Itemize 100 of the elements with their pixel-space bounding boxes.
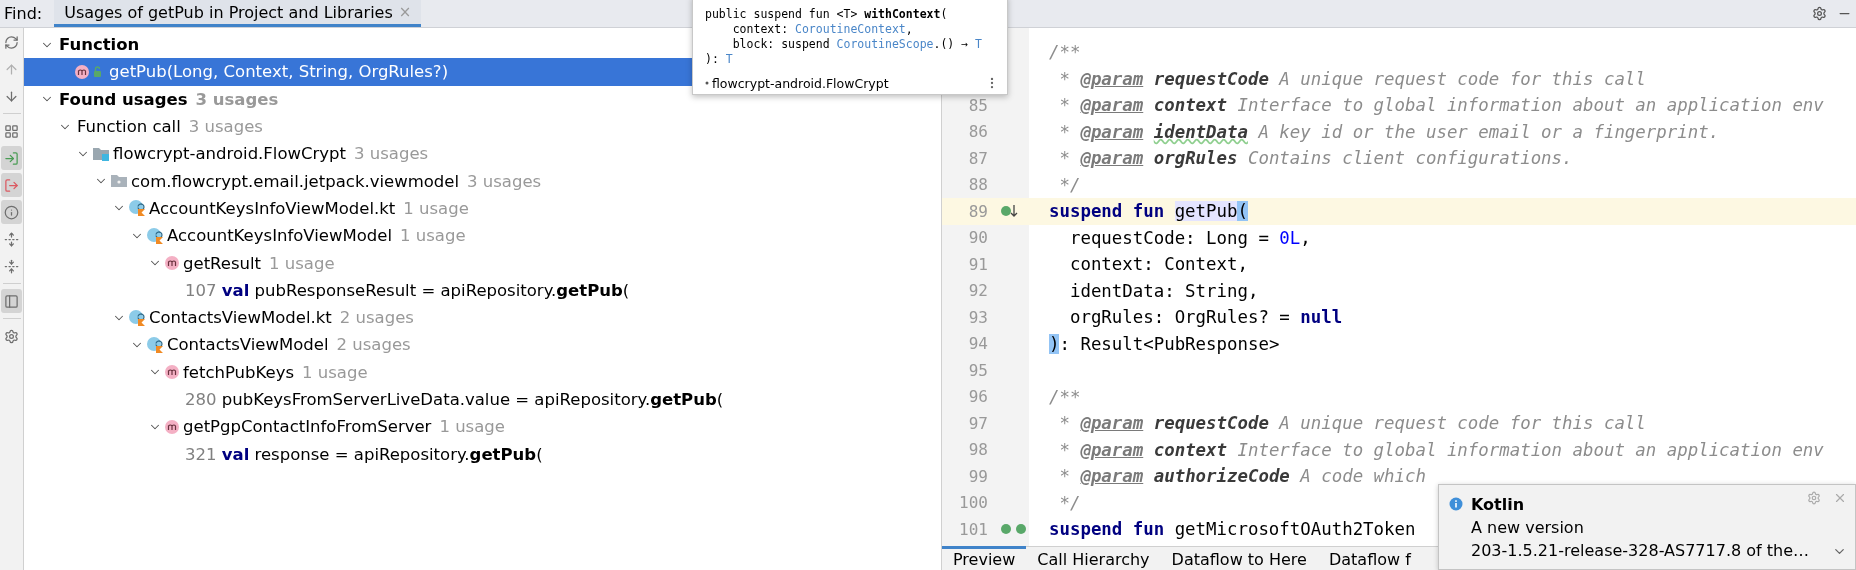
signature-line: block: suspend CoroutineScope.() → T — [731, 37, 983, 52]
module-folder-icon — [92, 145, 110, 162]
tree-label: ContactsViewModel.kt — [149, 308, 332, 328]
panel-icon — [4, 293, 19, 309]
code-line: suspend fun getMicrosoftOAuth2Token — [1049, 519, 1416, 540]
refresh-icon — [4, 34, 19, 50]
bottom-tab[interactable]: Dataflow f — [1317, 546, 1422, 570]
bottom-tab[interactable]: Dataflow to Here — [1160, 546, 1318, 570]
tree-label: com.flowcrypt.email.jetpack.viewmodel — [131, 171, 460, 191]
line-number: 85 — [967, 95, 988, 115]
expand-icon — [4, 231, 19, 247]
method-icon — [164, 364, 180, 381]
kotlin-class-icon — [128, 308, 146, 327]
line-number: 92 — [967, 281, 988, 301]
line-number: 88 — [967, 175, 988, 195]
tree-label: getResult — [183, 253, 262, 273]
code-line: * @param requestCode A unique request code for this call — [1058, 68, 1646, 89]
notification-text: 203-1.5.21-release-328-AS7717.8 of the… — [1471, 540, 1809, 562]
tree-label: getPgpContactInfoFromServer — [183, 417, 432, 437]
usage-count: 3 usages — [467, 171, 542, 191]
code-line: * @param context Interface to global information about an application env — [1058, 439, 1824, 460]
code-line: /** — [1049, 386, 1081, 407]
signature-line: public suspend fun <T> withContext( — [705, 7, 949, 22]
tree-row[interactable]: com.flowcrypt.email.jetpack.viewmodel 3 usages — [24, 167, 941, 195]
line-number: 91 — [967, 254, 988, 274]
notification-text: A new version — [1471, 517, 1585, 539]
notification-title: Kotlin — [1471, 494, 1526, 516]
tree-row[interactable]: fetchPubKeys 1 usage — [24, 358, 941, 386]
code-line: requestCode: Long = 0L, — [1068, 227, 1311, 248]
info-icon — [4, 204, 19, 220]
bottom-tab[interactable]: Preview — [942, 546, 1027, 570]
tree-label: AccountKeysInfoViewModel.kt — [149, 198, 396, 218]
usages-tab[interactable]: Usages of getPub in Project and Libraries × — [54, 0, 422, 27]
line-number: 86 — [967, 122, 988, 142]
signature-line: context: CoroutineContext, — [731, 22, 914, 37]
code-line: * @param authorizeCode A code which — [1058, 466, 1426, 487]
tree-row[interactable]: getResult 1 usage — [24, 249, 941, 277]
tree-row[interactable]: 107 val pubResponseResult = apiRepository.getPub( — [24, 276, 941, 304]
usage-count: 1 usage — [400, 226, 466, 246]
tree-row[interactable]: AccountKeysInfoViewModel.kt 1 usage — [24, 194, 941, 223]
code-line: * @param context Interface to global information about an application env — [1058, 95, 1824, 116]
tree-label: fetchPubKeys — [183, 362, 295, 382]
grid-icon — [4, 123, 19, 139]
code-line: context: Context, — [1068, 254, 1248, 275]
tree-row[interactable]: Function call 3 usages — [24, 112, 941, 141]
code-line: /** — [1049, 42, 1081, 63]
group-title: Found usages — [59, 89, 188, 109]
line-number: 96 — [967, 387, 988, 407]
down-arrow-icon — [4, 88, 19, 104]
line-number: 101 — [958, 519, 988, 539]
implemented-marker-icon[interactable] — [1000, 523, 1012, 536]
usage-count: 2 usages — [339, 308, 414, 328]
preview-button[interactable] — [1, 289, 22, 313]
usage-count: 1 usage — [302, 362, 368, 382]
kotlin-class-icon — [128, 199, 146, 218]
implemented-marker-icon[interactable] — [1015, 523, 1027, 536]
line-number: 97 — [967, 413, 988, 433]
bottom-tab[interactable]: Call Hierarchy — [1026, 546, 1161, 570]
usage-count: 3 usages — [195, 89, 279, 109]
code-line: orgRules: OrgRules? = null — [1068, 307, 1343, 328]
tree-label: AccountKeysInfoViewModel — [167, 226, 393, 246]
settings-icon[interactable] — [1812, 6, 1827, 21]
info-icon — [1449, 497, 1463, 511]
tree-row[interactable]: ContactsViewModel.kt 2 usages — [24, 303, 941, 332]
code-line: suspend fun getPub( — [1049, 201, 1248, 222]
usage-line: 280 pubKeysFromServerLiveData.value = apiRepository.getPub( — [185, 390, 724, 409]
usage-count: 1 usage — [269, 253, 335, 273]
method-icon — [164, 418, 180, 435]
tree-label: Function call — [77, 117, 181, 137]
tree-row[interactable]: flowcrypt-android.FlowCrypt 3 usages — [24, 140, 941, 168]
code-line: * @param requestCode A unique request code for this call — [1058, 413, 1646, 434]
usage-line: 107 val pubResponseResult = apiRepository.getPub( — [185, 280, 630, 300]
export-button[interactable] — [1, 173, 22, 197]
info-button[interactable] — [1, 200, 22, 224]
group-title: Function — [59, 35, 140, 55]
kotlin-class-icon — [146, 226, 164, 245]
code-line: */ — [1058, 492, 1081, 513]
tree-row[interactable]: 280 pubKeysFromServerLiveData.value = apiRepository.getPub( — [24, 385, 941, 414]
enter-arrow-icon — [4, 150, 19, 166]
import-button[interactable] — [1, 146, 22, 170]
tree-row[interactable]: getPgpContactInfoFromServer 1 usage — [24, 413, 941, 441]
usage-count: 2 usages — [336, 335, 411, 355]
tree-label: ContactsViewModel — [167, 335, 329, 355]
settings-icon — [4, 328, 19, 344]
tree-row[interactable]: AccountKeysInfoViewModel 1 usage — [24, 222, 941, 250]
code-line: ): Result<PubResponse> — [1049, 333, 1280, 354]
module-dot-icon — [705, 81, 709, 85]
find-label: Find: — [3, 3, 44, 25]
code-line: */ — [1058, 174, 1081, 195]
tree-label: flowcrypt-android.FlowCrypt — [113, 144, 347, 164]
line-number: 98 — [967, 440, 988, 460]
line-number: 93 — [967, 307, 988, 327]
tree-row[interactable]: 321 val response = apiRepository.getPub( — [24, 440, 941, 468]
line-number: 89 — [967, 201, 988, 221]
usage-count: 1 usage — [439, 417, 505, 437]
line-number: 99 — [967, 466, 988, 486]
line-number: 95 — [967, 360, 988, 380]
tree-row[interactable]: ContactsViewModel 2 usages — [24, 331, 941, 359]
kotlin-class-icon — [146, 335, 164, 354]
line-number: 90 — [967, 228, 988, 248]
